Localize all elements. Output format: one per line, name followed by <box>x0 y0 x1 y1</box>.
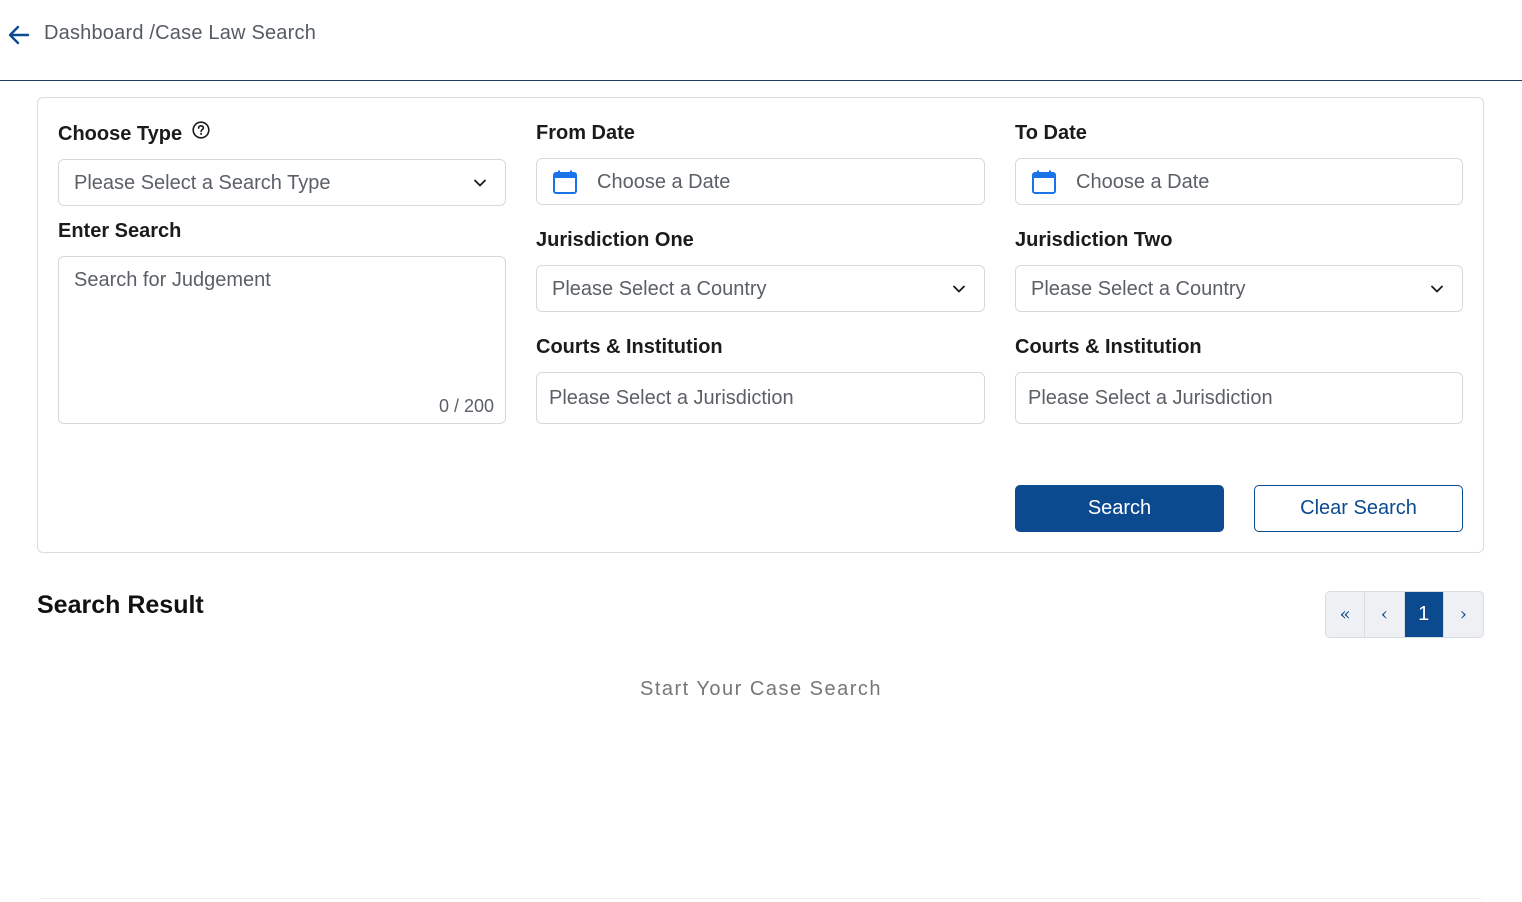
enter-search-label: Enter Search <box>58 220 182 242</box>
current-page-button[interactable]: 1 <box>1404 592 1444 637</box>
divider <box>40 898 1482 899</box>
choose-type-label: Choose Type <box>58 123 183 145</box>
jurisdiction-one-value: Please Select a Country <box>552 278 767 300</box>
courts-institution-two-value: Please Select a Jurisdiction <box>1028 387 1273 409</box>
jurisdiction-two-value: Please Select a Country <box>1031 278 1246 300</box>
first-page-button[interactable]: « <box>1326 592 1366 637</box>
calendar-icon[interactable] <box>552 169 578 195</box>
search-type-value: Please Select a Search Type <box>74 172 331 194</box>
to-date-input[interactable]: Choose a Date <box>1015 158 1463 205</box>
pagination: « ‹ 1 › <box>1325 591 1484 638</box>
calendar-icon[interactable] <box>1031 169 1057 195</box>
courts-institution-two-label: Courts & Institution <box>1015 336 1202 358</box>
jurisdiction-two-label: Jurisdiction Two <box>1015 229 1173 251</box>
search-button[interactable]: Search <box>1015 485 1224 532</box>
chevron-down-icon <box>472 175 488 191</box>
from-date-label: From Date <box>536 122 635 144</box>
jurisdiction-one-label: Jurisdiction One <box>536 229 694 251</box>
character-counter: 0 / 200 <box>438 396 494 416</box>
courts-institution-one-select[interactable]: Please Select a Jurisdiction <box>536 372 985 424</box>
to-date-label: To Date <box>1015 122 1087 144</box>
courts-institution-one-value: Please Select a Jurisdiction <box>549 387 794 409</box>
next-page-button[interactable]: › <box>1444 592 1483 637</box>
chevron-down-icon <box>951 281 967 297</box>
chevron-down-icon <box>1429 281 1445 297</box>
from-date-placeholder: Choose a Date <box>597 171 731 193</box>
empty-results-message: Start Your Case Search <box>639 678 882 700</box>
from-date-input[interactable]: Choose a Date <box>536 158 985 205</box>
breadcrumb[interactable]: Dashboard /Case Law Search <box>44 22 316 45</box>
top-bar: Dashboard /Case Law Search <box>0 0 1522 81</box>
search-judgement-textarea[interactable]: Search for Judgement 0 / 200 <box>58 256 506 424</box>
search-result-title: Search Result <box>37 591 204 619</box>
question-circle-icon[interactable] <box>192 121 210 139</box>
previous-page-button[interactable]: ‹ <box>1365 592 1405 637</box>
clear-search-button[interactable]: Clear Search <box>1254 485 1463 532</box>
to-date-placeholder: Choose a Date <box>1076 171 1210 193</box>
courts-institution-one-label: Courts & Institution <box>536 336 723 358</box>
search-judgement-placeholder: Search for Judgement <box>74 269 271 291</box>
jurisdiction-two-select[interactable]: Please Select a Country <box>1015 265 1463 312</box>
search-type-select[interactable]: Please Select a Search Type <box>58 159 506 206</box>
jurisdiction-one-select[interactable]: Please Select a Country <box>536 265 985 312</box>
courts-institution-two-select[interactable]: Please Select a Jurisdiction <box>1015 372 1463 424</box>
arrow-left-icon[interactable] <box>6 22 32 48</box>
